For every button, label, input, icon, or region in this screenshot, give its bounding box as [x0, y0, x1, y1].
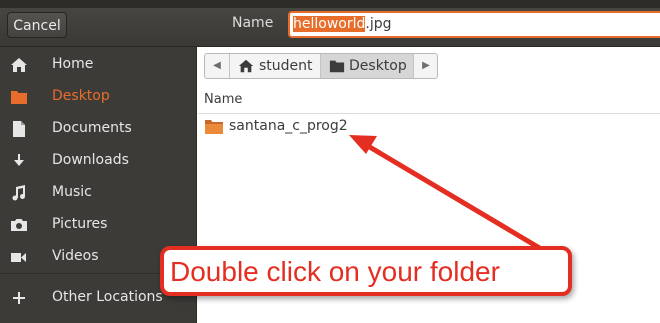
plus-icon — [13, 292, 25, 304]
sidebar-item-label: Home — [52, 56, 94, 72]
name-label: Name — [232, 15, 274, 31]
sidebar-item-label: Other Locations — [52, 289, 163, 305]
path-segment-label: Desktop — [349, 58, 407, 74]
column-header-name[interactable]: Name — [204, 92, 242, 107]
sidebar-item-downloads[interactable]: Downloads — [0, 145, 197, 177]
path-segment-student[interactable]: student — [230, 54, 320, 78]
filename-selected-text: helloworld — [293, 16, 366, 32]
camera-icon — [11, 219, 27, 231]
file-name: santana_c_prog2 — [229, 118, 348, 134]
annotation-text: Double click on your folder — [170, 256, 500, 287]
home-icon — [11, 58, 27, 72]
path-forward-icon[interactable]: ▶ — [414, 54, 438, 78]
sidebar-item-label: Pictures — [52, 216, 108, 232]
video-icon — [11, 253, 26, 262]
path-segment-label: student — [259, 58, 313, 74]
sidebar-item-label: Desktop — [52, 88, 110, 104]
document-icon — [13, 121, 25, 137]
sidebar-item-label: Downloads — [52, 152, 129, 168]
sidebar-item-label: Videos — [52, 248, 99, 264]
sidebar-item-pictures[interactable]: Pictures — [0, 209, 197, 241]
sidebar-item-label: Music — [52, 184, 92, 200]
music-icon — [12, 185, 25, 201]
sidebar-item-desktop[interactable]: Desktop — [0, 81, 197, 113]
sidebar-item-label: Documents — [52, 120, 132, 136]
folder-icon — [205, 120, 223, 134]
path-segment-desktop[interactable]: Desktop — [321, 54, 413, 78]
filename-extension: .jpg — [365, 16, 392, 32]
path-back-icon[interactable]: ◀ — [205, 54, 229, 78]
sidebar-item-home[interactable]: Home — [0, 49, 197, 81]
home-icon — [238, 59, 254, 73]
filename-input[interactable]: helloworld.jpg — [288, 11, 660, 38]
sidebar-item-documents[interactable]: Documents — [0, 113, 197, 145]
sidebar-item-music[interactable]: Music — [0, 177, 197, 209]
path-bar: ◀ student Desktop ▶ — [204, 53, 438, 79]
column-header-divider — [198, 113, 660, 114]
annotation-callout: Double click on your folder — [160, 246, 572, 296]
download-icon — [14, 154, 24, 166]
dialog-header: Cancel Name helloworld.jpg — [0, 0, 660, 47]
cancel-button[interactable]: Cancel — [7, 12, 67, 38]
background-window-tabs — [0, 0, 660, 8]
folder-icon — [329, 60, 345, 73]
list-item[interactable]: santana_c_prog2 — [198, 115, 660, 139]
folder-icon — [11, 91, 27, 104]
